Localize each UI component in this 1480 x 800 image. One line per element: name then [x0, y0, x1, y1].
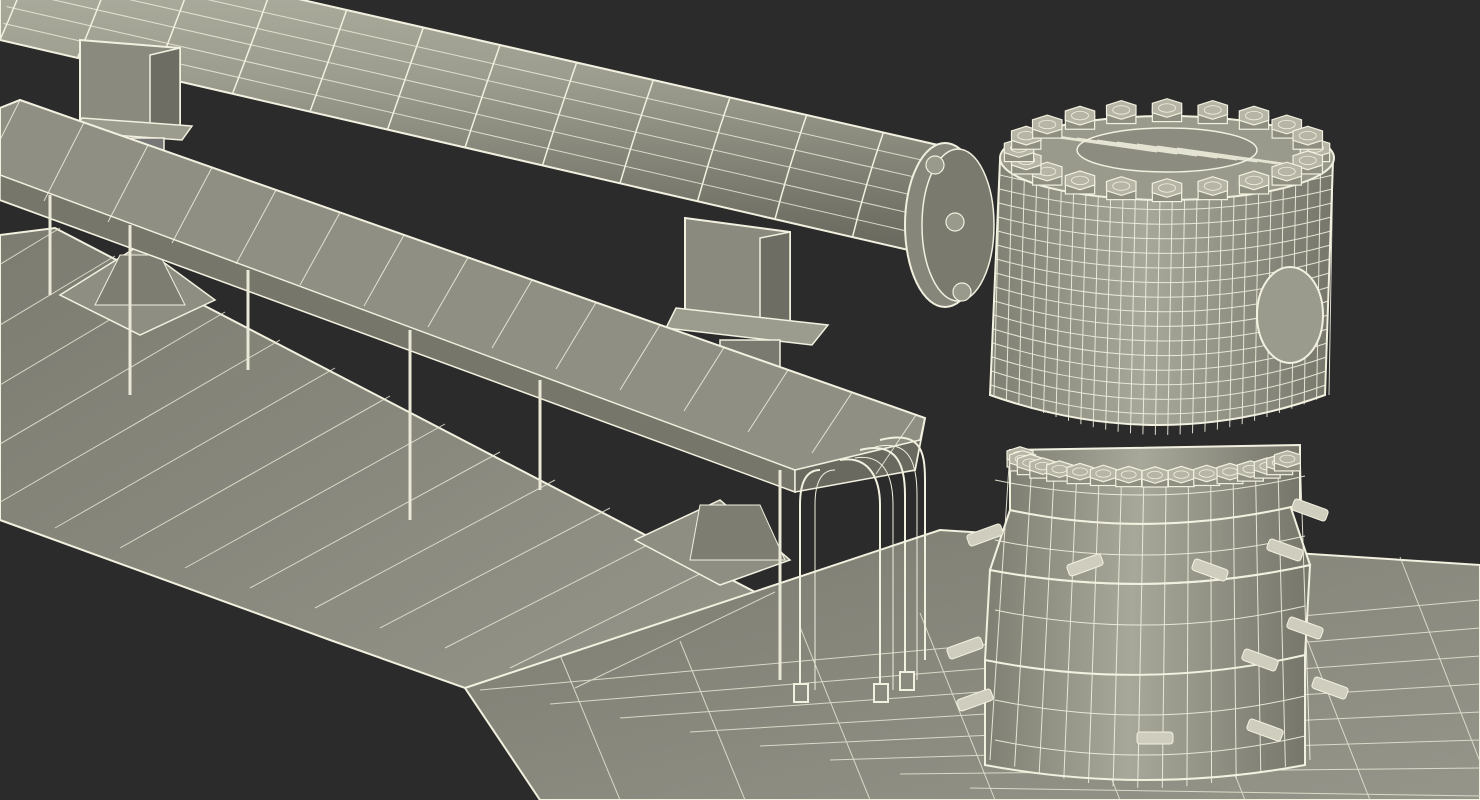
- render-viewport: [0, 0, 1480, 800]
- wireframe-scene: [0, 0, 1480, 800]
- wellhead-base: [946, 443, 1349, 788]
- pipe-flange: [904, 142, 995, 308]
